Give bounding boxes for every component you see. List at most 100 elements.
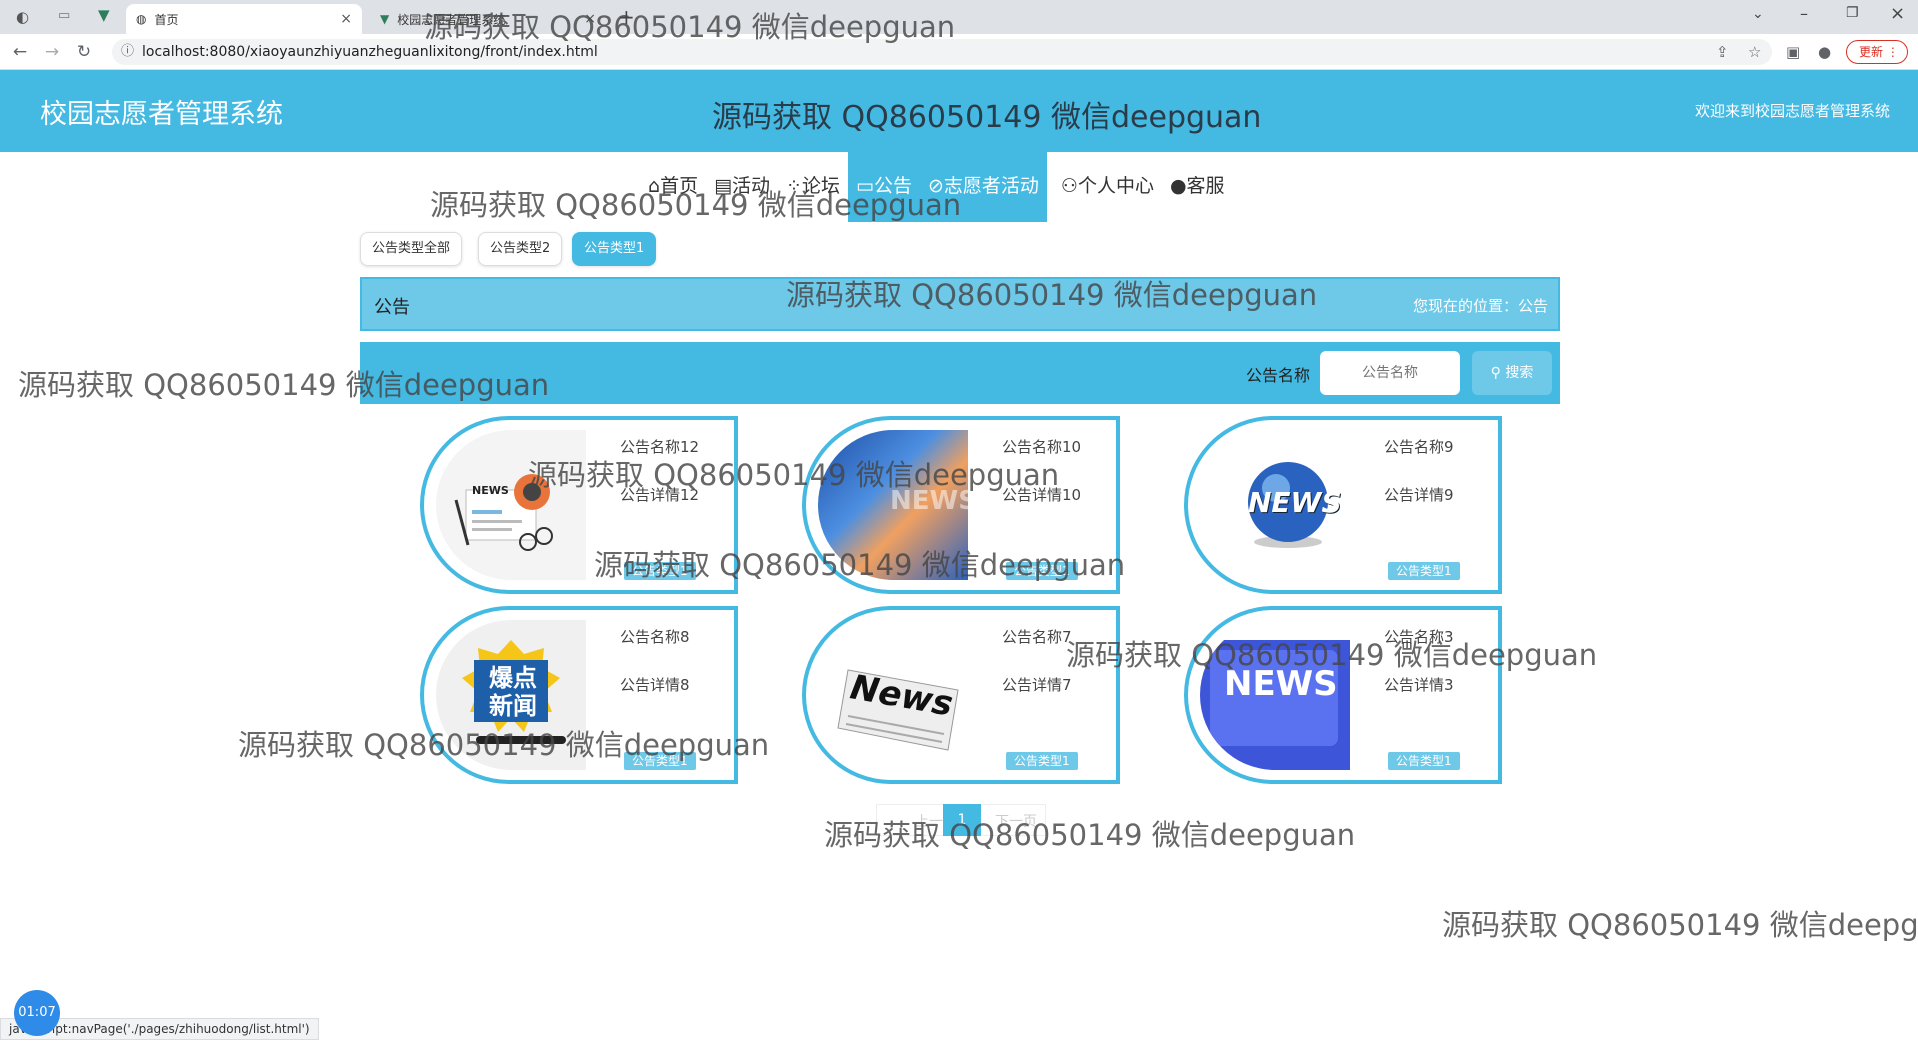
page-title: 公告 xyxy=(374,297,410,318)
status-badge: 公告类型1 xyxy=(1006,752,1078,770)
card-title: 公告名称8 xyxy=(620,628,690,646)
user-icon: ⚇ xyxy=(1060,175,1078,197)
minimize-icon[interactable]: – xyxy=(1800,4,1808,23)
notice-card[interactable]: NEWS 公告名称12 公告详情12 公告类型1 xyxy=(420,416,738,594)
search-input[interactable] xyxy=(1320,351,1460,395)
search-label: 公告名称 xyxy=(1246,366,1311,385)
window-close-icon[interactable]: × xyxy=(1890,3,1905,24)
filter-all-types[interactable]: 公告类型全部 xyxy=(360,232,463,266)
card-detail: 公告详情3 xyxy=(1384,676,1454,694)
news-key-icon: NEWS xyxy=(1200,620,1350,770)
nav-item-personal-center[interactable]: ⚇个人中心 xyxy=(1053,150,1162,222)
welcome-text: 欢迎来到校园志愿者管理系统 xyxy=(1694,102,1890,120)
card-detail: 公告详情12 xyxy=(620,486,700,504)
site-header: 校园志愿者管理系统 源码获取 QQ86050149 微信deepguan 欢迎来… xyxy=(0,70,1918,152)
card-title: 公告名称10 xyxy=(1002,438,1082,456)
nav-label: 论坛 xyxy=(801,175,840,197)
tab-title: 首页 xyxy=(154,12,179,27)
image-text: NEWS xyxy=(890,486,968,516)
newspaper-icon: News xyxy=(818,620,968,770)
filter-type-2[interactable]: 公告类型2 xyxy=(478,232,563,266)
card-title: 公告名称7 xyxy=(1002,628,1072,646)
filter-type-1[interactable]: 公告类型1 xyxy=(572,232,657,266)
browser-tab-system[interactable]: ▼ 校园志愿者管理系统 × xyxy=(370,4,606,34)
volunteer-icon: ⊘ xyxy=(927,175,944,197)
breadcrumb: 您现在的位置：公告 xyxy=(1412,297,1548,315)
nav-label: 首页 xyxy=(660,175,699,197)
nav-label: 志愿者活动 xyxy=(943,175,1039,197)
pager-next-button[interactable]: 下一页 xyxy=(995,811,1037,831)
browser-tab-home[interactable]: ◍ 首页 × xyxy=(126,4,362,34)
search-button-label: 搜索 xyxy=(1505,365,1534,381)
status-badge: 公告类型1 xyxy=(1388,562,1460,580)
reload-icon[interactable]: ↻ xyxy=(74,42,94,62)
card-detail: 公告详情7 xyxy=(1002,676,1072,694)
activity-icon: ▤ xyxy=(714,175,733,197)
browser-update-button[interactable]: 更新 ⋮ xyxy=(1846,40,1908,64)
nav-item-notice[interactable]: ▭公告 xyxy=(847,150,920,222)
globe-icon: ◍ xyxy=(136,12,147,26)
browser-back-history-icon[interactable]: ◐ xyxy=(16,8,29,26)
nav-label: 个人中心 xyxy=(1077,175,1154,197)
breaking-news-icon: 爆点新闻 xyxy=(436,620,586,770)
notice-icon: ▭ xyxy=(855,175,874,197)
nav-item-home[interactable]: ⌂首页 xyxy=(640,150,706,222)
back-icon[interactable]: ← xyxy=(10,42,30,62)
nav-item-activity[interactable]: ▤活动 xyxy=(706,150,778,222)
forward-icon[interactable]: → xyxy=(42,42,62,62)
status-badge: 公告类型1 xyxy=(1006,562,1078,580)
vue-tab-icon[interactable]: ▼ xyxy=(98,6,110,24)
watermark-text: 源码获取 QQ86050149 微信deepguan xyxy=(1442,908,1918,942)
pager-current-page[interactable]: 1 xyxy=(943,804,981,836)
site-title: 校园志愿者管理系统 xyxy=(40,99,283,130)
home-icon: ⌂ xyxy=(648,175,661,197)
close-icon[interactable]: × xyxy=(340,11,352,27)
nav-item-forum[interactable]: ⁘论坛 xyxy=(778,150,848,222)
tab-group-icon[interactable]: ▭ xyxy=(58,8,70,23)
image-text: NEWS xyxy=(1248,486,1342,519)
nav-label: 客服 xyxy=(1186,175,1225,197)
service-icon: ● xyxy=(1169,175,1187,197)
header-watermark-text: 源码获取 QQ86050149 微信deepguan xyxy=(712,100,1262,135)
card-detail: 公告详情8 xyxy=(620,676,690,694)
tab-title: 校园志愿者管理系统 xyxy=(397,12,506,27)
notice-card[interactable]: News 公告名称7 公告详情7 公告类型1 xyxy=(802,606,1120,784)
news-paper-icon: NEWS xyxy=(436,430,586,580)
search-icon: ⚲ xyxy=(1490,365,1506,381)
nav-label: 活动 xyxy=(732,175,771,197)
address-bar: ← → ↻ ⓘ localhost:8080/xiaoyaunzhiyuanzh… xyxy=(0,34,1918,70)
side-panel-icon[interactable]: ▣ xyxy=(1786,43,1800,61)
url-text: localhost:8080/xiaoyaunzhiyuanzheguanlix… xyxy=(142,44,598,60)
new-tab-button[interactable]: + xyxy=(618,5,635,29)
share-icon[interactable]: ⇪ xyxy=(1716,43,1729,61)
tab-search-icon[interactable]: ⌄ xyxy=(1752,6,1764,22)
profile-icon[interactable]: ● xyxy=(1818,43,1831,61)
news-globe-icon: NEWS xyxy=(1200,430,1350,580)
status-badge: 公告类型1 xyxy=(624,752,696,770)
search-button[interactable]: ⚲ 搜索 xyxy=(1472,351,1552,395)
update-label: 更新 xyxy=(1859,45,1884,59)
status-badge: 公告类型1 xyxy=(624,562,696,580)
image-text: NEWS xyxy=(1224,664,1338,704)
notice-card[interactable]: NEWS 公告名称9 公告详情9 公告类型1 xyxy=(1184,416,1502,594)
status-badge: 公告类型1 xyxy=(1388,752,1460,770)
notice-card[interactable]: NEWS 公告名称3 公告详情3 公告类型1 xyxy=(1184,606,1502,784)
pagination: 上一页 1 下一页 xyxy=(876,804,1046,836)
main-nav: ⌂首页 ▤活动 ⁘论坛 ▭公告 ⊘志愿者活动 ⚇个人中心 ●客服 xyxy=(640,150,1233,222)
url-field[interactable]: ⓘ localhost:8080/xiaoyaunzhiyuanzheguanl… xyxy=(112,39,1772,65)
notice-card[interactable]: NEWS 公告名称10 公告详情10 公告类型1 xyxy=(802,416,1120,594)
close-icon[interactable]: × xyxy=(584,11,596,27)
nav-item-customer-service[interactable]: ●客服 xyxy=(1162,150,1233,222)
search-bar: 公告名称 ⚲ 搜索 xyxy=(360,342,1560,404)
card-detail: 公告详情9 xyxy=(1384,486,1454,504)
recording-timer: 01:07 xyxy=(14,990,60,1036)
breadcrumb-bar: 公告 您现在的位置：公告 xyxy=(360,277,1560,331)
card-detail: 公告详情10 xyxy=(1002,486,1082,504)
nav-item-volunteer-activity[interactable]: ⊘志愿者活动 xyxy=(919,150,1047,222)
notice-card[interactable]: 爆点新闻 公告名称8 公告详情8 公告类型1 xyxy=(420,606,738,784)
browser-tab-bar: ◐ ▭ ▼ ◍ 首页 × ▼ 校园志愿者管理系统 × + ⌄ – ❐ × xyxy=(0,0,1918,34)
vue-icon: ▼ xyxy=(380,12,390,26)
card-title: 公告名称12 xyxy=(620,438,700,456)
bookmark-star-icon[interactable]: ☆ xyxy=(1748,43,1761,61)
restore-icon[interactable]: ❐ xyxy=(1846,5,1859,21)
